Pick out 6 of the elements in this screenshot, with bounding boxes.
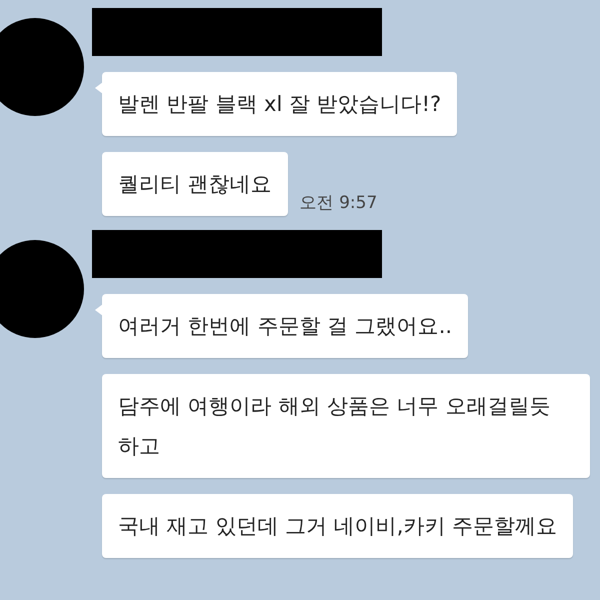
message-time: 오전 9:57	[300, 192, 378, 214]
bubble-tail-icon	[95, 82, 103, 94]
message-bubble: 국내 재고 있던데 그거 네이비,카키 주문할께요	[102, 494, 574, 558]
message-bubble: 담주에 여행이라 해외 상품은 너무 오래걸릴듯 하고	[102, 374, 590, 478]
message-bubble: 퀄리티 괜찮네요	[102, 152, 288, 216]
bubble-tail-icon	[95, 304, 103, 316]
